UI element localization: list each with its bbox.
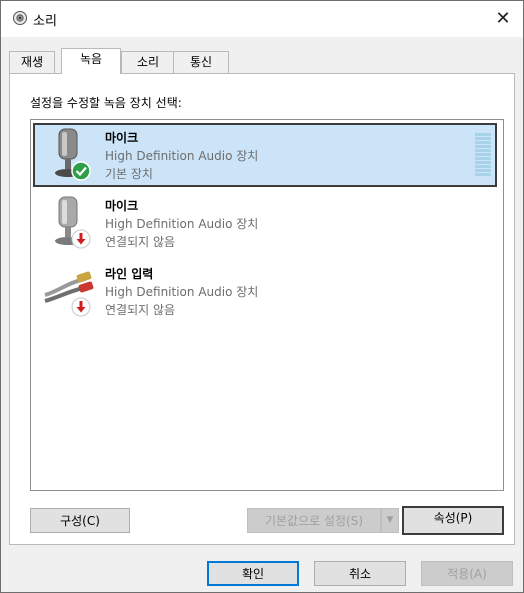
set-default-dropdown[interactable]: ▼ [381, 508, 399, 533]
device-name: 마이크 [105, 131, 139, 145]
device-description: High Definition Audio 장치 [105, 285, 259, 299]
window-title: 소리 [33, 14, 57, 29]
title-bar[interactable]: 소리 ✕ [1, 1, 523, 37]
sound-dialog: 소리 ✕ 재생 녹음 소리 통신 설정을 수정할 녹음 장치 선택: 마이크 H… [0, 0, 524, 593]
close-icon: ✕ [495, 8, 511, 29]
properties-button[interactable]: 속성(P) [402, 506, 504, 535]
tab-label: 녹음 [79, 52, 103, 66]
tab-label: 소리 [136, 55, 160, 69]
default-check-icon [71, 161, 91, 181]
device-name: 마이크 [105, 199, 139, 213]
microphone-icon [55, 196, 91, 249]
tab-recording[interactable]: 녹음 [61, 48, 121, 74]
tab-label: 통신 [189, 55, 213, 69]
line-in-cable-icon [44, 271, 94, 317]
device-status: 연결되지 않음 [105, 303, 176, 317]
speaker-icon [13, 11, 27, 25]
configure-button[interactable]: 구성(C) [30, 508, 130, 533]
device-list[interactable]: 마이크 High Definition Audio 장치 기본 장치 마이크 H… [30, 119, 504, 491]
device-status: 기본 장치 [105, 167, 153, 181]
unplugged-arrow-icon [71, 229, 91, 249]
microphone-icon [55, 128, 91, 181]
instruction-label: 설정을 수정할 녹음 장치 선택: [30, 96, 182, 110]
ok-button[interactable]: 확인 [207, 561, 299, 586]
apply-button[interactable]: 적용(A) [421, 561, 513, 586]
cancel-button[interactable]: 취소 [314, 561, 406, 586]
device-item-microphone-default[interactable]: 마이크 High Definition Audio 장치 기본 장치 [33, 123, 497, 187]
tab-sounds[interactable]: 소리 [121, 51, 175, 73]
tab-playback[interactable]: 재생 [9, 51, 55, 73]
device-description: High Definition Audio 장치 [105, 217, 259, 231]
level-meter [475, 133, 491, 179]
device-status: 연결되지 않음 [105, 235, 176, 249]
close-button[interactable]: ✕ [489, 5, 517, 33]
chevron-down-icon: ▼ [386, 515, 394, 525]
device-description: High Definition Audio 장치 [105, 149, 259, 163]
recording-panel: 설정을 수정할 녹음 장치 선택: 마이크 High Definition Au… [9, 73, 515, 545]
device-item-microphone-unplugged[interactable]: 마이크 High Definition Audio 장치 연결되지 않음 [33, 191, 497, 255]
tab-communications[interactable]: 통신 [173, 51, 229, 73]
unplugged-arrow-icon [71, 297, 91, 317]
set-default-button[interactable]: 기본값으로 설정(S) [247, 508, 381, 533]
tab-label: 재생 [20, 55, 44, 69]
device-item-line-in-unplugged[interactable]: 라인 입력 High Definition Audio 장치 연결되지 않음 [33, 259, 497, 323]
device-name: 라인 입력 [105, 267, 154, 281]
